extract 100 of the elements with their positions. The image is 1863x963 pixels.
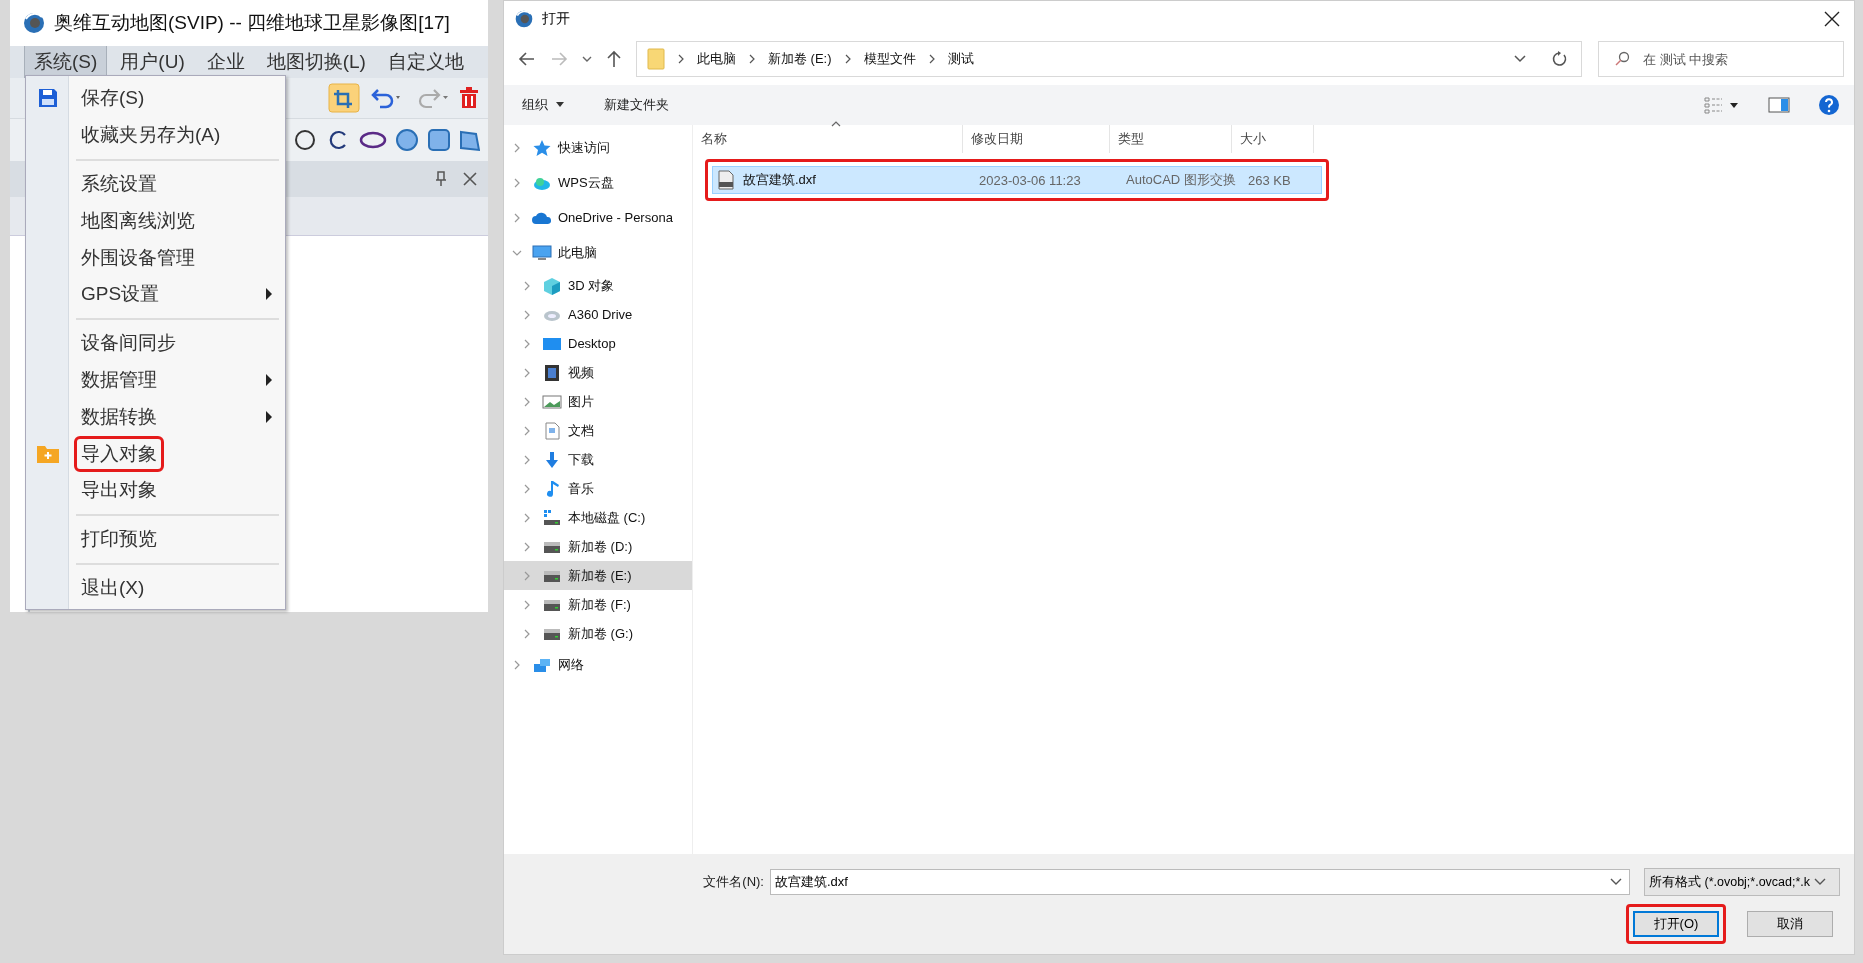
- menu-bar-item[interactable]: 自定义地: [378, 46, 473, 78]
- column-header[interactable]: 名称: [693, 125, 963, 153]
- menu-bar-item[interactable]: 企业: [197, 46, 254, 78]
- dialog-button[interactable]: 取消: [1747, 911, 1833, 937]
- chevron-right-icon[interactable]: [522, 628, 532, 639]
- toolbar-button[interactable]: 组织: [522, 96, 564, 114]
- chevron-right-icon[interactable]: [512, 212, 522, 223]
- dialog-button[interactable]: 打开(O): [1633, 911, 1719, 937]
- chevron-right-icon: [843, 54, 852, 64]
- window-title: 奥维互动地图(SVIP) -- 四维地球卫星影像图[17]: [54, 11, 450, 35]
- file-row[interactable]: 故宫建筑.dxf 2023-03-06 11:23 AutoCAD 图形交换 263 KB: [712, 166, 1322, 194]
- column-header[interactable]: 类型: [1110, 125, 1232, 153]
- breadcrumb-item[interactable]: 新加卷 (E:): [768, 50, 832, 68]
- nav-item[interactable]: Desktop: [504, 329, 692, 358]
- menu-item[interactable]: 退出(X): [77, 572, 149, 603]
- menu-item[interactable]: 数据转换: [77, 401, 161, 432]
- folder-icon: [647, 48, 665, 70]
- column-header[interactable]: 大小: [1232, 125, 1314, 153]
- chevron-right-icon: [748, 54, 756, 64]
- crop-tool-icon[interactable]: [328, 83, 360, 113]
- globe-logo-icon: [514, 9, 534, 29]
- search-icon: [1614, 51, 1630, 67]
- refresh-button[interactable]: [1538, 41, 1582, 77]
- nav-item[interactable]: 新加卷 (E:): [504, 561, 692, 590]
- chevron-right-icon[interactable]: [522, 454, 532, 465]
- nav-item[interactable]: 文档: [504, 416, 692, 445]
- chevron-right-icon[interactable]: [522, 570, 532, 581]
- chevron-right-icon[interactable]: [522, 541, 532, 552]
- drive-icon: [542, 508, 562, 527]
- breadcrumb-item[interactable]: 此电脑: [697, 50, 736, 68]
- column-header[interactable]: 修改日期: [963, 125, 1110, 153]
- nav-item[interactable]: WPS云盘: [504, 166, 692, 199]
- chevron-right-icon[interactable]: [512, 177, 522, 188]
- table-cell-text: AutoCAD 图形交换: [1126, 171, 1237, 189]
- refresh-icon: [1551, 51, 1568, 67]
- dialog-title: 打开: [542, 10, 570, 28]
- nav-item[interactable]: 视频: [504, 358, 692, 387]
- nav-item[interactable]: 新加卷 (F:): [504, 590, 692, 619]
- filled-circle-tool-icon[interactable]: [394, 127, 420, 153]
- back-arrow-icon[interactable]: [518, 51, 536, 67]
- nav-item[interactable]: 此电脑: [504, 236, 692, 269]
- nav-item[interactable]: 新加卷 (G:): [504, 619, 692, 648]
- chevron-right-icon[interactable]: [522, 280, 532, 291]
- search-field[interactable]: 在 测试 中搜索: [1598, 41, 1844, 77]
- save-icon: [36, 87, 59, 110]
- nav-item[interactable]: 下载: [504, 445, 692, 474]
- document-icon: [542, 421, 562, 440]
- chevron-right-icon[interactable]: [522, 309, 532, 320]
- menu-bar-item[interactable]: 系统(S): [24, 46, 108, 78]
- folder-icon: [35, 443, 60, 464]
- chevron-right-icon[interactable]: [522, 599, 532, 610]
- menu-item[interactable]: 外围设备管理: [77, 242, 199, 273]
- menu-item[interactable]: 导入对象: [77, 438, 161, 469]
- monitor-icon: [532, 243, 552, 262]
- forward-arrow-icon[interactable]: [550, 51, 568, 67]
- preview-pane-icon[interactable]: [1768, 97, 1790, 113]
- close-icon[interactable]: [1824, 11, 1840, 27]
- nav-item[interactable]: A360 Drive: [504, 300, 692, 329]
- chevron-right-icon[interactable]: [522, 483, 532, 494]
- up-arrow-icon[interactable]: [606, 50, 622, 68]
- pin-icon[interactable]: [434, 171, 448, 187]
- image-icon: [542, 392, 562, 411]
- menu-item[interactable]: 数据管理: [77, 364, 161, 395]
- menu-item[interactable]: 打印预览: [77, 524, 161, 555]
- menu-item[interactable]: 保存(S): [77, 83, 149, 114]
- chevron-right-icon: [927, 54, 936, 64]
- chevron-right-icon[interactable]: [522, 512, 532, 523]
- nav-item[interactable]: OneDrive - Persona: [504, 201, 692, 234]
- chevron-down-icon[interactable]: [1514, 55, 1526, 63]
- chevron-right-icon[interactable]: [512, 659, 522, 670]
- filename-field[interactable]: 故宫建筑.dxf: [770, 869, 1630, 895]
- view-options-icon[interactable]: [1704, 96, 1740, 114]
- chevron-down-icon[interactable]: [1610, 878, 1622, 886]
- menu-bar-item[interactable]: 地图切换(L): [257, 46, 375, 78]
- chevron-down-icon[interactable]: [582, 55, 592, 63]
- nav-item[interactable]: 图片: [504, 387, 692, 416]
- chevron-right-icon[interactable]: [522, 396, 532, 407]
- nav-item[interactable]: 3D 对象: [504, 271, 692, 300]
- address-bar[interactable]: 此电脑 新加卷 (E:) 模型文件 测试: [636, 41, 1539, 77]
- menu-item[interactable]: 系统设置: [77, 169, 161, 199]
- dxf-file-icon: [717, 170, 735, 190]
- menu-item[interactable]: GPS设置: [77, 279, 164, 310]
- menu-item[interactable]: 导出对象: [77, 475, 161, 506]
- help-icon[interactable]: [1818, 94, 1840, 116]
- nav-item[interactable]: 新加卷 (D:): [504, 532, 692, 561]
- nav-item[interactable]: 音乐: [504, 474, 692, 503]
- menu-bar-item[interactable]: 用户(U): [111, 46, 194, 78]
- nav-item[interactable]: 本地磁盘 (C:): [504, 503, 692, 532]
- breadcrumb-item[interactable]: 测试: [947, 50, 974, 68]
- chevron-right-icon[interactable]: [512, 142, 522, 153]
- chevron-right-icon[interactable]: [522, 367, 532, 378]
- menu-item[interactable]: 设备间同步: [77, 328, 180, 359]
- filled-square-tool-icon[interactable]: [426, 127, 452, 153]
- chevron-right-icon[interactable]: [522, 338, 532, 349]
- nav-item[interactable]: 网络: [504, 648, 692, 681]
- chevron-right-icon[interactable]: [522, 425, 532, 436]
- toolbar-button[interactable]: 新建文件夹: [604, 96, 669, 114]
- file-type-dropdown[interactable]: 所有格式 (*.ovobj;*.ovcad;*.k: [1644, 868, 1840, 896]
- nav-item[interactable]: 快速访问: [504, 131, 692, 164]
- breadcrumb-item[interactable]: 模型文件: [863, 50, 916, 68]
